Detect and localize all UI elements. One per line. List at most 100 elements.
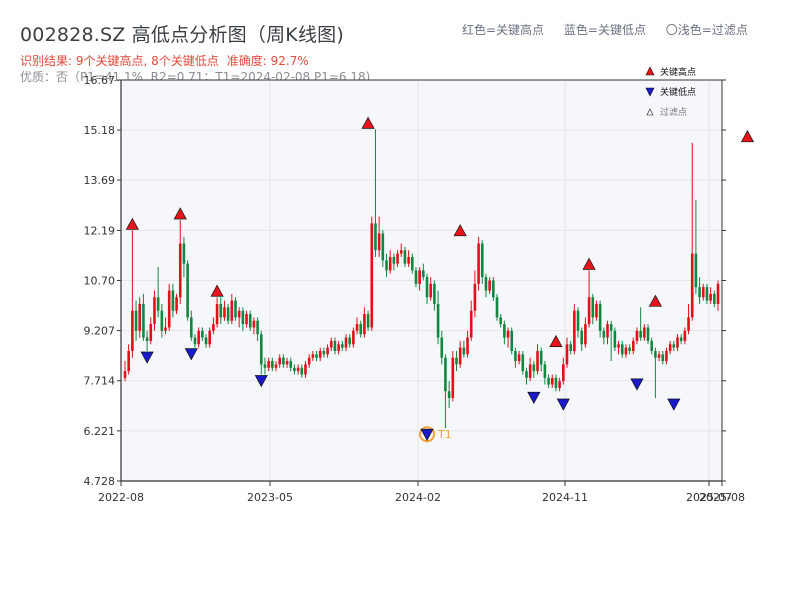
candle-body xyxy=(672,344,676,348)
candle-body xyxy=(565,344,569,365)
candle-body xyxy=(503,324,506,338)
candle-body xyxy=(595,303,598,318)
candle-body xyxy=(208,330,212,345)
candle-body xyxy=(477,243,480,284)
candle-body xyxy=(160,310,164,331)
candle-body xyxy=(267,361,270,368)
candle-body xyxy=(374,223,377,251)
candle-body xyxy=(271,361,274,368)
candle-body xyxy=(550,377,554,385)
candle-body xyxy=(381,233,385,261)
candlestick-chart: T1 4.728 6.221 7.714 9.207 10.70 12.19 13.69 15… xyxy=(84,66,755,504)
candle-body xyxy=(296,367,300,372)
candle-body xyxy=(256,320,259,335)
candle-body xyxy=(657,354,661,358)
candle-body xyxy=(613,330,617,348)
candle-body xyxy=(569,344,572,351)
candle-body xyxy=(547,377,550,385)
candle-body xyxy=(197,330,200,345)
candle-body xyxy=(377,233,381,251)
candle-body xyxy=(469,310,473,338)
candle-body xyxy=(573,310,576,351)
candle-body xyxy=(620,344,624,355)
candle-body xyxy=(631,340,635,351)
candle-body xyxy=(665,350,668,362)
candle-body xyxy=(219,303,223,318)
candle-body xyxy=(344,337,348,348)
candle-body xyxy=(562,364,565,382)
y-tick-label: 4.728 xyxy=(84,475,116,488)
candle-body xyxy=(333,340,337,351)
candle-body xyxy=(315,354,318,358)
candle-body xyxy=(528,364,532,378)
candle-body xyxy=(429,283,433,298)
candle-body xyxy=(444,357,447,392)
x-tick-label: 2022-08 xyxy=(98,491,144,504)
candle-body xyxy=(407,256,410,264)
candle-body xyxy=(414,270,418,284)
candle-body xyxy=(683,330,687,341)
candle-body xyxy=(525,371,528,378)
candle-body xyxy=(392,256,396,264)
candle-body xyxy=(341,344,344,348)
candle-body xyxy=(558,381,561,388)
candle-body xyxy=(167,290,171,328)
candle-body xyxy=(131,310,134,351)
x-tick-label: 2023-05 xyxy=(247,491,293,504)
candle-body xyxy=(237,310,241,318)
candle-body xyxy=(355,324,359,331)
y-tick-label: 6.221 xyxy=(84,425,116,438)
candle-body xyxy=(713,293,716,304)
candle-body xyxy=(134,310,138,331)
candle-body xyxy=(436,303,440,338)
candle-body xyxy=(602,330,606,338)
candle-body xyxy=(307,357,311,365)
candle-body xyxy=(510,330,514,351)
candle-body xyxy=(716,283,720,304)
candle-body xyxy=(153,297,156,325)
candle-body xyxy=(676,337,679,348)
candle-body xyxy=(175,297,178,311)
candle-body xyxy=(422,270,425,278)
candle-body xyxy=(425,277,429,298)
candle-body xyxy=(433,283,436,304)
candle-body xyxy=(370,223,374,328)
candle-body xyxy=(492,280,495,298)
candle-body xyxy=(285,361,289,365)
candle-body xyxy=(248,314,252,328)
candle-body xyxy=(326,347,329,355)
candle-body xyxy=(690,253,694,318)
candle-body xyxy=(418,270,421,284)
candle-body xyxy=(178,243,182,298)
candle-body xyxy=(698,287,701,298)
candle-body xyxy=(668,344,672,351)
legend-filtered-label: 过滤点 xyxy=(660,106,687,118)
candle-body xyxy=(193,337,197,345)
candle-body xyxy=(241,310,245,325)
candle-body xyxy=(679,337,683,341)
candle-body xyxy=(654,350,657,358)
candle-body xyxy=(164,327,167,331)
x-tick-label: 2025-08 xyxy=(699,491,745,504)
candle-body xyxy=(410,256,414,271)
candle-body xyxy=(363,314,366,335)
candle-body xyxy=(212,324,215,331)
candle-body xyxy=(171,290,175,311)
candle-body xyxy=(201,330,204,338)
y-tick-label: 12.19 xyxy=(84,224,116,237)
candle-body xyxy=(337,344,340,351)
candle-body xyxy=(466,337,469,355)
candle-body xyxy=(506,330,510,338)
candle-body xyxy=(488,280,491,291)
y-tick-label: 9.207 xyxy=(84,325,116,338)
candle-body xyxy=(123,371,127,378)
candle-body xyxy=(263,364,267,368)
candle-body xyxy=(318,350,322,358)
legend-high-label: 关键高点 xyxy=(660,66,696,78)
candle-body xyxy=(388,256,392,271)
candle-body xyxy=(705,287,709,301)
candle-body xyxy=(628,347,631,351)
candle-body xyxy=(643,327,646,338)
y-tick-label: 7.714 xyxy=(84,375,116,388)
t1-label: T1 xyxy=(437,428,452,441)
